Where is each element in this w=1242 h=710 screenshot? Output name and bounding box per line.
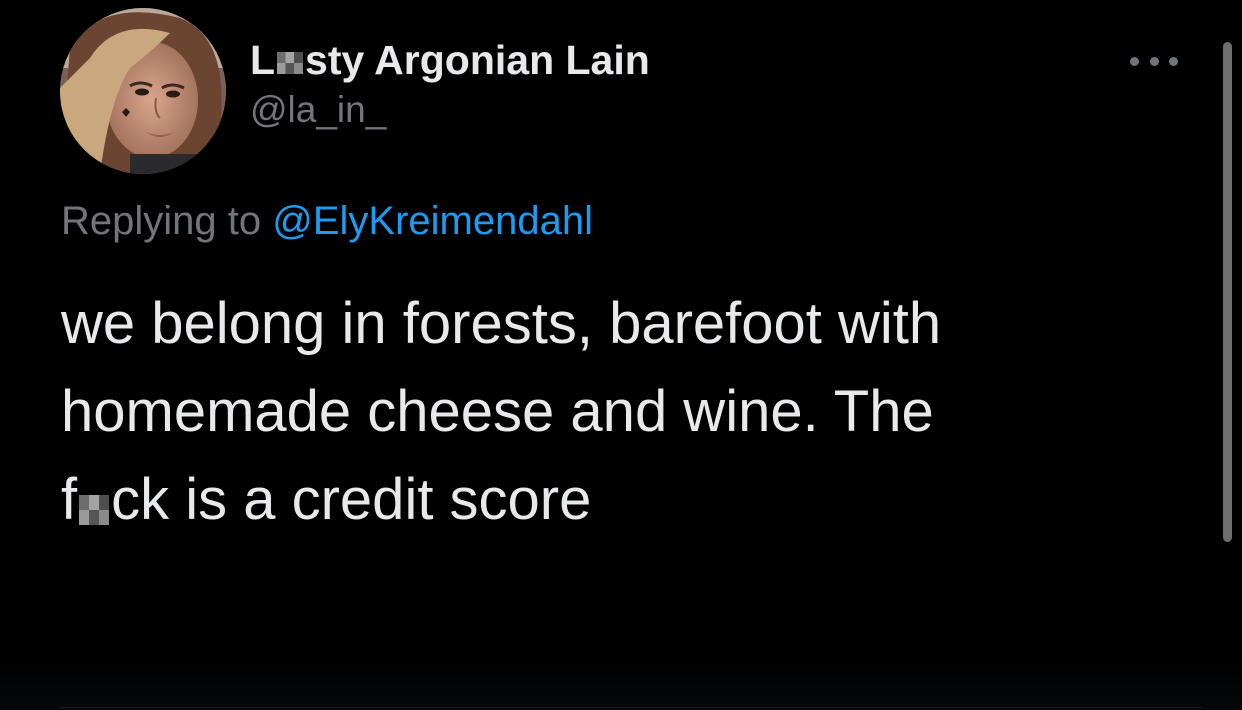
dot [1169, 56, 1178, 66]
display-name-start: L [250, 37, 276, 83]
replying-mention-link[interactable]: @ElyKreimendahl [272, 199, 593, 243]
replying-prefix: Replying to [61, 199, 273, 243]
tweet: Lsty Argonian Lain @la_in_ Replying to @… [0, 0, 1242, 710]
last-line-start: f [61, 467, 78, 532]
avatar[interactable] [60, 8, 226, 174]
dot [1149, 56, 1159, 66]
tweet-text-line: f ck is a credit score [61, 456, 1161, 544]
display-name-end: sty Argonian Lain [305, 37, 650, 83]
censor-block [79, 494, 110, 525]
replying-to: Replying to @ElyKreimendahl [61, 197, 593, 245]
more-options-icon[interactable] [1130, 50, 1178, 72]
scrollbar[interactable] [1223, 42, 1232, 542]
tweet-text-line: homemade cheese and wine. The [61, 379, 934, 444]
profile-photo-icon [60, 8, 226, 174]
bottom-edge [0, 650, 1242, 710]
dot [1130, 56, 1139, 66]
tweet-text: we belong in forests, barefoot with home… [61, 280, 1161, 544]
last-line-end: ck is a credit score [111, 467, 592, 532]
tweet-text-line: we belong in forests, barefoot with [61, 291, 942, 356]
author-block: Lsty Argonian Lain @la_in_ [250, 36, 650, 132]
divider [60, 707, 1202, 708]
display-name[interactable]: Lsty Argonian Lain [250, 36, 650, 84]
author-handle[interactable]: @la_in_ [250, 88, 650, 132]
censor-block [277, 52, 304, 74]
